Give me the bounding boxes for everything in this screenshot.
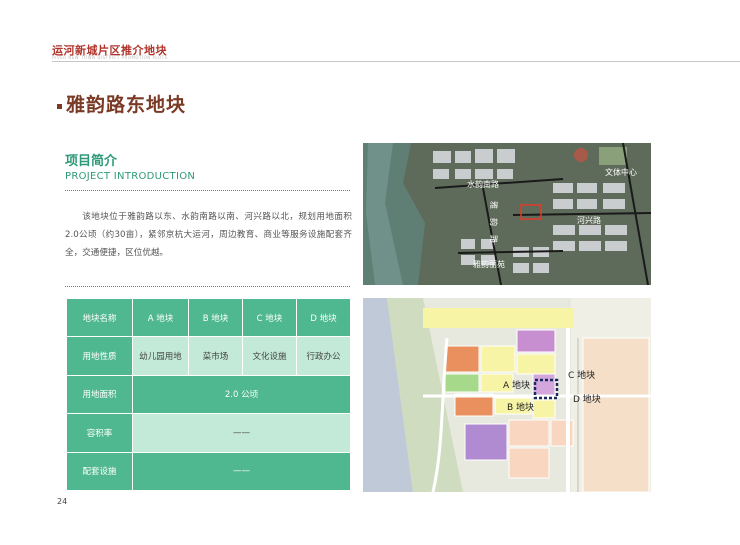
page-number: 24 — [57, 497, 68, 506]
intro-title-cn: 项目简介 — [65, 154, 118, 169]
table-row: 用地性质 幼儿园用地 菜市场 文化设施 行政办公 — [66, 336, 351, 376]
satellite-location-map: 水韵南路 文体中心 河兴路 雅韵丽苑 雅韵路 — [363, 143, 651, 285]
table-cell: 地块名称 — [66, 297, 133, 338]
table-cell: 文化设施 — [242, 336, 297, 376]
table-cell: C 地块 — [242, 297, 297, 338]
table-cell: —— — [132, 451, 351, 492]
table-cell: 幼儿园用地 — [132, 336, 189, 376]
intro-divider-bottom — [65, 286, 350, 287]
table-cell: B 地块 — [188, 297, 243, 338]
map-label-yayun-estate: 雅韵丽苑 — [473, 259, 505, 269]
table-row: 地块名称 A 地块 B 地块 C 地块 D 地块 — [66, 297, 351, 338]
section-title: 雅韵路东地块 — [66, 94, 187, 116]
plan-label-plot-c: C 地块 — [568, 369, 595, 381]
plan-label-plot-b: B 地块 — [507, 401, 534, 413]
table-cell: 用地面积 — [66, 374, 133, 415]
table-cell: 行政办公 — [296, 336, 351, 376]
intro-divider-top — [65, 190, 350, 191]
map-label-yayun-road: 雅韵路 — [489, 201, 499, 252]
table-cell: 容积率 — [66, 413, 133, 453]
table-cell: 菜市场 — [188, 336, 243, 376]
section-marker-icon — [57, 104, 62, 109]
plan-label-plot-a: A 地块 — [503, 379, 530, 391]
table-cell: —— — [132, 413, 351, 453]
table-row: 用地面积 2.0 公顷 — [66, 374, 351, 415]
intro-description: 该地块位于雅韵路以东、水韵南路以南、河兴路以北，规划用地面积2.0公顷（约30亩… — [65, 212, 352, 258]
intro-title-en: PROJECT INTRODUCTION — [65, 171, 196, 182]
table-cell: A 地块 — [132, 297, 189, 338]
plot-info-table: 地块名称 A 地块 B 地块 C 地块 D 地块 用地性质 幼儿园用地 菜市场 … — [66, 297, 351, 492]
page-header-subtitle: RIVER NEW TOWN DISTRICT PROMOTION PLOTS — [52, 55, 168, 60]
table-cell: 配套设施 — [66, 451, 133, 492]
table-cell: D 地块 — [296, 297, 351, 338]
map-label-water-south-road: 水韵南路 — [467, 179, 499, 189]
land-use-plan-map: A 地块 B 地块 C 地块 D 地块 — [363, 298, 651, 492]
table-row: 容积率 —— — [66, 413, 351, 453]
plan-label-plot-d: D 地块 — [573, 393, 601, 405]
table-cell: 用地性质 — [66, 336, 133, 376]
table-row: 配套设施 —— — [66, 451, 351, 492]
map-label-culture-center: 文体中心 — [605, 167, 637, 177]
table-cell: 2.0 公顷 — [132, 374, 351, 415]
header-divider — [52, 61, 740, 62]
map-label-hexing-road: 河兴路 — [577, 215, 601, 225]
